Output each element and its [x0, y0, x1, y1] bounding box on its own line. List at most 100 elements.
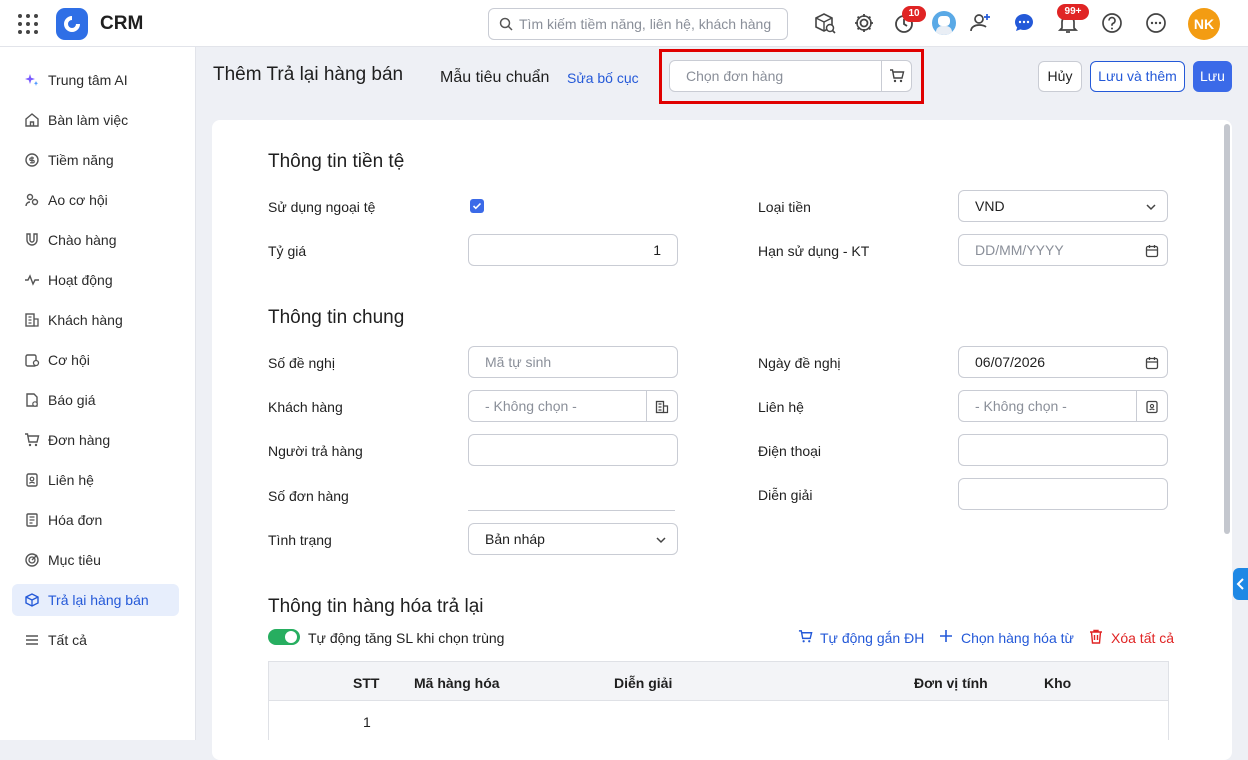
- search-input[interactable]: [519, 14, 781, 34]
- order-number-field[interactable]: [468, 510, 675, 511]
- side-panel-toggle[interactable]: [1233, 568, 1248, 600]
- request-date-label: Ngày đề nghị: [758, 355, 841, 371]
- sidebar-item-leads[interactable]: Tiềm năng: [12, 144, 179, 176]
- auto-attach-order-label: Tự động gắn ĐH: [820, 630, 925, 646]
- section-title-returned-goods: Thông tin hàng hóa trả lại: [268, 596, 484, 617]
- sidebar: Trung tâm AI Bàn làm việc Tiềm năng Ao c…: [0, 47, 196, 740]
- phone-input[interactable]: [958, 434, 1168, 466]
- timer-badge: 10: [902, 6, 926, 22]
- sidebar-item-customers[interactable]: Khách hàng: [12, 304, 179, 336]
- description-input[interactable]: [958, 478, 1168, 510]
- sidebar-item-goals[interactable]: Mục tiêu: [12, 544, 179, 576]
- settings-gear-icon[interactable]: [851, 10, 877, 36]
- column-header-item-code[interactable]: Mã hàng hóa: [414, 675, 500, 691]
- sidebar-item-desk[interactable]: Bàn làm việc: [12, 104, 179, 136]
- cart-icon: [798, 630, 813, 643]
- sidebar-item-opportunities[interactable]: Cơ hội: [12, 344, 179, 376]
- sidebar-item-campaigns[interactable]: Chào hàng: [12, 224, 179, 256]
- calendar-icon[interactable]: [1145, 356, 1159, 370]
- request-number-label: Số đề nghị: [268, 355, 335, 371]
- table-row[interactable]: 1: [268, 700, 1169, 740]
- crm-logo-icon[interactable]: [56, 8, 88, 40]
- column-header-unit[interactable]: Đơn vị tính: [914, 675, 988, 691]
- contact-icon: [26, 473, 38, 487]
- exchange-rate-input[interactable]: 1: [468, 234, 678, 266]
- save-and-add-button[interactable]: Lưu và thêm: [1090, 61, 1185, 92]
- status-value: Bản nháp: [485, 531, 545, 547]
- return-box-icon: [25, 593, 39, 607]
- chat-icon[interactable]: [1011, 10, 1037, 36]
- sidebar-item-invoices[interactable]: Hóa đơn: [12, 504, 179, 536]
- sidebar-item-label: Tất cả: [48, 632, 87, 648]
- contact-select[interactable]: - Không chọn -: [958, 390, 1168, 422]
- layout-template-name[interactable]: Mẫu tiêu chuẩn: [440, 69, 549, 87]
- column-header-stt[interactable]: STT: [353, 675, 379, 691]
- more-options-icon[interactable]: [1143, 10, 1169, 36]
- plus-icon: [940, 630, 952, 642]
- help-icon[interactable]: [1099, 10, 1125, 36]
- cancel-button[interactable]: Hủy: [1038, 61, 1082, 92]
- assistant-avatar-icon[interactable]: [932, 11, 956, 35]
- column-header-warehouse[interactable]: Kho: [1044, 675, 1071, 691]
- row-stt: 1: [363, 714, 371, 730]
- request-number-input[interactable]: Mã tự sinh: [468, 346, 678, 378]
- global-search[interactable]: [488, 8, 788, 40]
- save-button[interactable]: Lưu: [1193, 61, 1232, 92]
- trash-icon: [1090, 629, 1102, 644]
- returner-input[interactable]: [468, 434, 678, 466]
- sidebar-item-opportunity-pool[interactable]: Ao cơ hội: [12, 184, 179, 216]
- sidebar-item-contacts[interactable]: Liên hệ: [12, 464, 179, 496]
- contact-card-icon[interactable]: [1145, 400, 1159, 414]
- app-name[interactable]: CRM: [100, 13, 143, 35]
- home-icon: [25, 113, 39, 127]
- use-foreign-currency-checkbox[interactable]: [470, 199, 484, 213]
- request-date-input[interactable]: 06/07/2026: [958, 346, 1168, 378]
- returner-label: Người trả hàng: [268, 443, 363, 459]
- chevron-down-icon: [1146, 204, 1156, 211]
- expiry-date-placeholder: DD/MM/YYYY: [975, 242, 1064, 258]
- add-user-icon[interactable]: [968, 10, 994, 36]
- top-bar: CRM 10 99+ NK: [0, 0, 1248, 47]
- user-avatar[interactable]: NK: [1188, 8, 1220, 40]
- app-grid-icon[interactable]: [18, 14, 38, 34]
- sidebar-item-ai-center[interactable]: Trung tâm AI: [12, 64, 179, 96]
- sidebar-item-quotes[interactable]: Báo giá: [12, 384, 179, 416]
- expiry-date-label: Hạn sử dụng - KT: [758, 243, 870, 259]
- expiry-date-input[interactable]: DD/MM/YYYY: [958, 234, 1168, 266]
- users-icon: [25, 193, 39, 207]
- pulse-icon: [25, 274, 39, 286]
- opportunity-icon: [25, 354, 40, 367]
- building-icon[interactable]: [655, 400, 669, 414]
- cart-icon: [25, 433, 40, 447]
- product-search-icon[interactable]: [812, 10, 838, 36]
- status-label: Tình trạng: [268, 532, 332, 548]
- auto-increase-toggle[interactable]: [268, 629, 300, 645]
- auto-increase-label: Tự động tăng SL khi chọn trùng: [308, 630, 505, 646]
- scrollbar[interactable]: [1224, 124, 1230, 534]
- sidebar-item-orders[interactable]: Đơn hàng: [12, 424, 179, 456]
- sidebar-item-label: Mục tiêu: [48, 552, 101, 568]
- invoice-icon: [26, 513, 38, 527]
- contact-label: Liên hệ: [758, 399, 804, 415]
- delete-all-label: Xóa tất cả: [1111, 630, 1175, 646]
- use-foreign-currency-label: Sử dụng ngoại tệ: [268, 199, 376, 215]
- sidebar-item-activities[interactable]: Hoạt động: [12, 264, 179, 296]
- edit-layout-link[interactable]: Sửa bố cục: [567, 70, 639, 86]
- section-title-currency: Thông tin tiền tệ: [268, 151, 405, 172]
- chevron-down-icon: [656, 537, 666, 544]
- sidebar-item-label: Tiềm năng: [48, 152, 114, 168]
- sidebar-item-label: Trung tâm AI: [48, 72, 128, 88]
- column-header-description[interactable]: Diễn giải: [614, 675, 672, 691]
- currency-type-label: Loại tiền: [758, 199, 811, 215]
- exchange-rate-value: 1: [653, 242, 661, 258]
- sidebar-item-all[interactable]: Tất cả: [12, 624, 179, 656]
- sparkle-icon: [25, 74, 39, 86]
- sidebar-item-sales-returns[interactable]: Trả lại hàng bán: [12, 584, 179, 616]
- calendar-icon[interactable]: [1145, 244, 1159, 258]
- status-select[interactable]: Bản nháp: [468, 523, 678, 555]
- currency-type-value: VND: [975, 198, 1005, 214]
- currency-type-select[interactable]: VND: [958, 190, 1168, 222]
- customer-select[interactable]: - Không chọn -: [468, 390, 678, 422]
- sidebar-item-label: Hoạt động: [48, 272, 113, 288]
- quote-icon: [26, 393, 38, 407]
